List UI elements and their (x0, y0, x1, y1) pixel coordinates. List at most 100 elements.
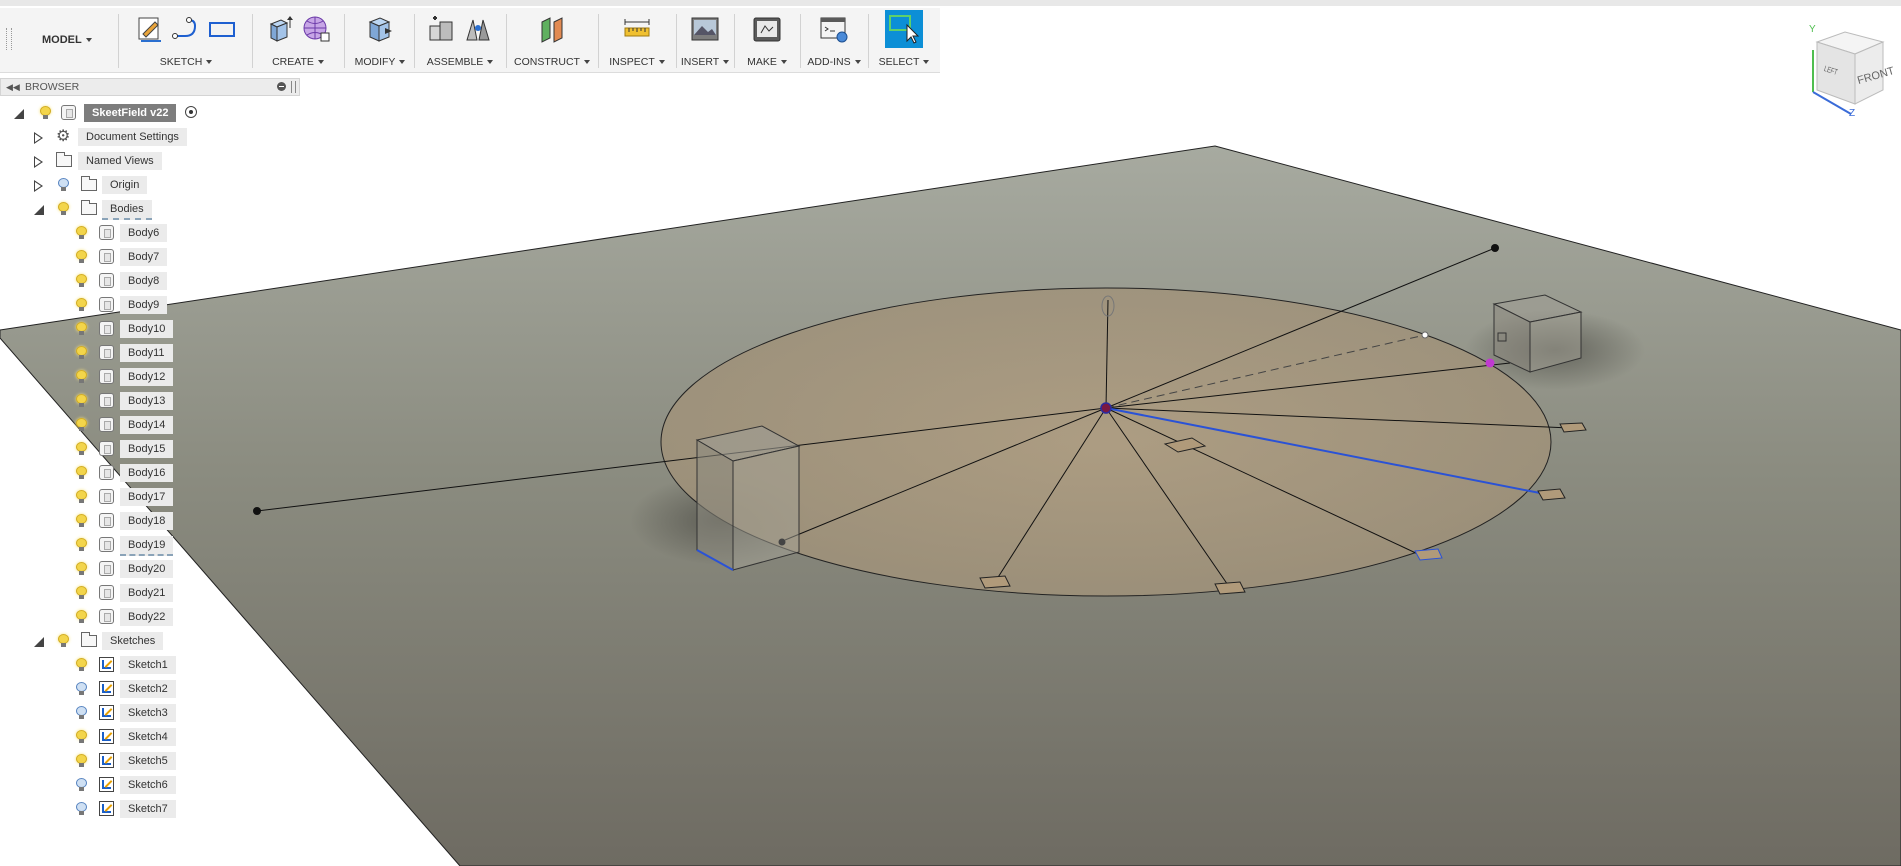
folder-label[interactable]: Named Views (78, 152, 162, 170)
collapse-arrow-icon[interactable] (34, 637, 44, 647)
collapse-arrow-icon[interactable] (14, 109, 24, 119)
body-label[interactable]: Body11 (120, 344, 173, 362)
field-marker[interactable] (1559, 422, 1587, 433)
joint-icon[interactable] (463, 14, 493, 44)
toolbar-group-sketch[interactable]: SKETCH (122, 8, 250, 72)
visibility-bulb-icon[interactable] (76, 370, 87, 383)
collapse-arrow-icon[interactable] (34, 205, 44, 215)
scripts-addins-icon[interactable] (819, 14, 849, 44)
sketch-label[interactable]: Sketch5 (120, 752, 176, 770)
sketch-label[interactable]: Sketch4 (120, 728, 176, 746)
visibility-bulb-icon[interactable] (58, 634, 69, 647)
toolbar-group-assemble[interactable]: ASSEMBLE (418, 8, 502, 72)
body-label[interactable]: Body8 (120, 272, 168, 290)
expand-arrow-icon[interactable] (34, 180, 43, 192)
new-component-icon[interactable] (427, 14, 457, 44)
body-label[interactable]: Body18 (120, 512, 174, 530)
sketch-label[interactable]: Sketch1 (120, 656, 176, 674)
visibility-bulb-icon[interactable] (58, 202, 69, 215)
expand-arrow-icon[interactable] (34, 132, 43, 144)
browser-resize-grip[interactable] (291, 81, 296, 93)
create-sketch-icon[interactable] (135, 14, 165, 44)
expand-arrow-icon[interactable] (34, 156, 43, 168)
body-label[interactable]: Body19 (120, 536, 174, 556)
body-label[interactable]: Body15 (120, 440, 174, 458)
rectangle-icon[interactable] (207, 14, 237, 44)
print-3d-icon[interactable] (752, 14, 782, 44)
body-box-left[interactable] (695, 425, 801, 571)
visibility-bulb-icon[interactable] (76, 346, 87, 359)
field-marker[interactable] (1414, 548, 1443, 561)
body-label[interactable]: Body13 (120, 392, 174, 410)
sketch-label[interactable]: Sketch3 (120, 704, 176, 722)
visibility-bulb-icon[interactable] (76, 322, 87, 335)
field-marker[interactable] (1537, 488, 1566, 501)
toolbar-grip[interactable] (6, 28, 12, 50)
body-label[interactable]: Body16 (120, 464, 174, 482)
visibility-bulb-icon[interactable] (58, 178, 69, 191)
root-component-label[interactable]: SkeetField v22 (84, 104, 177, 122)
visibility-bulb-icon[interactable] (76, 682, 87, 695)
insert-image-icon[interactable] (690, 14, 720, 44)
toolbar-group-modify[interactable]: MODIFY (348, 8, 412, 72)
visibility-bulb-icon[interactable] (76, 778, 87, 791)
toolbar-group-select[interactable]: SELECT (872, 8, 936, 72)
line-arc-icon[interactable] (171, 14, 201, 44)
folder-label[interactable]: Document Settings (78, 128, 187, 146)
body-box-right[interactable] (1492, 294, 1583, 373)
sketch-point[interactable] (778, 538, 786, 546)
body-label[interactable]: Body6 (120, 224, 168, 242)
body-label[interactable]: Body17 (120, 488, 174, 506)
press-pull-icon[interactable] (365, 14, 395, 44)
sketch-point[interactable] (1491, 244, 1499, 252)
folder-label[interactable]: Sketches (102, 632, 164, 650)
form-lattice-icon[interactable] (301, 14, 331, 44)
folder-label[interactable]: Bodies (102, 200, 152, 220)
viewcube[interactable]: Y Z FRONT LEFT (1795, 20, 1896, 120)
sketch-point[interactable] (253, 507, 261, 515)
body-label[interactable]: Body21 (120, 584, 174, 602)
sketch-point-magenta[interactable] (1485, 358, 1495, 368)
collapse-browser-icon[interactable]: ◀◀ (6, 82, 20, 93)
select-cursor-icon[interactable] (885, 10, 923, 48)
pin-browser-icon[interactable] (277, 82, 286, 91)
sketch-label[interactable]: Sketch2 (120, 680, 176, 698)
visibility-bulb-icon[interactable] (76, 250, 87, 263)
visibility-bulb-icon[interactable] (76, 514, 87, 527)
visibility-bulb-icon[interactable] (76, 226, 87, 239)
visibility-bulb-icon[interactable] (76, 706, 87, 719)
visibility-bulb-icon[interactable] (76, 298, 87, 311)
toolbar-group-add-ins[interactable]: ADD-INS (804, 8, 864, 72)
body-label[interactable]: Body9 (120, 296, 168, 314)
body-label[interactable]: Body20 (120, 560, 174, 578)
toolbar-group-construct[interactable]: CONSTRUCT (510, 8, 594, 72)
toolbar-group-inspect[interactable]: INSPECT (602, 8, 672, 72)
visibility-bulb-icon[interactable] (76, 490, 87, 503)
toolbar-group-create[interactable]: CREATE (256, 8, 340, 72)
offset-plane-icon[interactable] (537, 14, 567, 44)
extrude-icon[interactable] (265, 14, 295, 44)
visibility-bulb-icon[interactable] (76, 586, 87, 599)
field-marker[interactable] (1214, 581, 1246, 595)
visibility-bulb-icon[interactable] (76, 754, 87, 767)
visibility-bulb-icon[interactable] (76, 466, 87, 479)
sketch-label[interactable]: Sketch7 (120, 800, 176, 818)
activate-component-radio[interactable] (185, 106, 197, 118)
visibility-bulb-icon[interactable] (76, 610, 87, 623)
visibility-bulb-icon[interactable] (76, 418, 87, 431)
body-label[interactable]: Body12 (120, 368, 174, 386)
visibility-bulb-icon[interactable] (76, 442, 87, 455)
visibility-bulb-icon[interactable] (76, 658, 87, 671)
visibility-bulb-icon[interactable] (76, 562, 87, 575)
visibility-bulb-icon[interactable] (76, 730, 87, 743)
workspace-switcher[interactable]: MODEL (18, 8, 118, 72)
sketch-label[interactable]: Sketch6 (120, 776, 176, 794)
body-label[interactable]: Body14 (120, 416, 174, 434)
folder-label[interactable]: Origin (102, 176, 148, 194)
toolbar-group-insert[interactable]: INSERT (680, 8, 730, 72)
visibility-bulb-icon[interactable] (76, 394, 87, 407)
toolbar-group-make[interactable]: MAKE (738, 8, 796, 72)
measure-icon[interactable] (622, 14, 652, 44)
sketch-point-open[interactable] (1421, 331, 1429, 339)
visibility-bulb-icon[interactable] (76, 802, 87, 815)
